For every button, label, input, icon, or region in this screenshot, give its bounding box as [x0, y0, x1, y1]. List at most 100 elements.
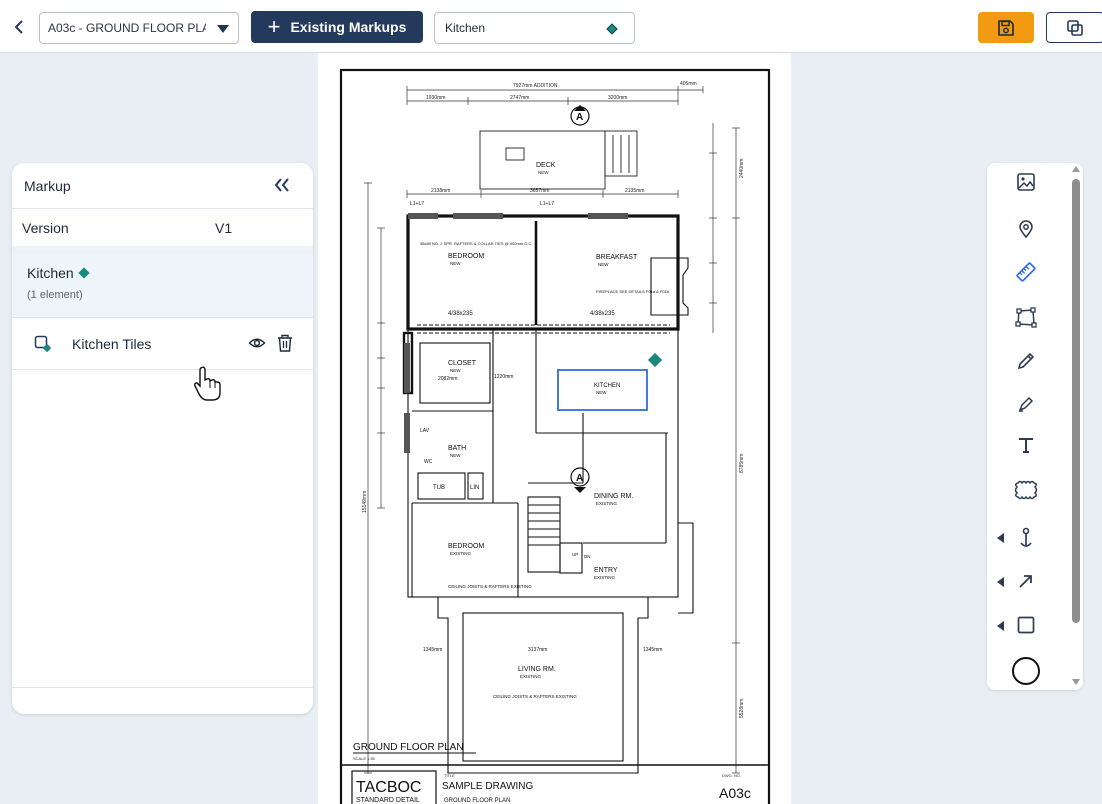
layer-group-kitchen[interactable]: Kitchen (1 element): [12, 254, 313, 318]
overlapping-squares-icon: [1067, 19, 1083, 36]
location-pin-icon: [1019, 220, 1033, 239]
toggle-visibility-button[interactable]: [248, 334, 266, 352]
double-chevron-left-icon: [274, 178, 289, 192]
highlighter-tool[interactable]: [1011, 389, 1041, 419]
sheet-select[interactable]: A03c - GROUND FLOOR PLAN: [39, 12, 239, 44]
trash-icon: [278, 334, 292, 352]
dim-right-total: 8785mm: [739, 454, 745, 473]
titleblock-dwg-no: A03c: [719, 785, 751, 801]
panel-footer-divider: [12, 687, 313, 688]
text-tool[interactable]: [1011, 430, 1041, 460]
highlighter-icon: [1018, 396, 1034, 412]
lav-label: LAV: [420, 428, 430, 434]
markup-toolbar: [987, 163, 1083, 690]
image-tool[interactable]: [1011, 167, 1041, 197]
entry-label: ENTRY: [594, 567, 618, 574]
lin-label: LIN: [470, 485, 479, 491]
tub-label: TUB: [433, 485, 445, 491]
dim-left-total: 15149mm: [362, 491, 368, 513]
ruler-tool[interactable]: [1011, 257, 1041, 287]
scroll-down-icon[interactable]: [1072, 679, 1080, 685]
anchor-icon: [1020, 527, 1032, 547]
dim-top-c: 3200mm: [608, 95, 627, 101]
deck-label: DECK: [536, 162, 556, 169]
deck-sub: NEW: [538, 170, 549, 175]
toolbar-scrollbar[interactable]: [1070, 163, 1080, 690]
markup-item[interactable]: Kitchen Tiles: [12, 318, 313, 370]
titleblock-title-label: TITLE: [444, 773, 455, 778]
bath-sub: NEW: [450, 453, 461, 458]
polygon-area-tool[interactable]: [1011, 303, 1041, 333]
arrow-tool[interactable]: [1011, 566, 1041, 596]
bedroom-top-label: BEDROOM: [448, 253, 484, 260]
bath-label: BATH: [448, 445, 466, 452]
svg-text:A: A: [576, 473, 583, 484]
markup-panel: Markup Version V1 Kitchen (1 element) Ki…: [12, 163, 313, 714]
cloud-tool[interactable]: [1011, 475, 1041, 505]
chevron-down-icon: [217, 25, 229, 33]
dim-top-a: 1930mm: [426, 95, 445, 101]
text-icon: [1019, 438, 1033, 453]
top-bar: A03c - GROUND FLOOR PLAN + Existing Mark…: [0, 0, 1102, 53]
closet-sub: NEW: [450, 368, 461, 373]
layer-group-header: Kitchen: [27, 265, 313, 281]
layer-select-value: Kitchen: [445, 21, 486, 35]
compare-button[interactable]: [1046, 12, 1102, 43]
joist-note: 38x89 NO. 2 SPR. RAFTERS & COLLAR TIES @…: [420, 241, 532, 246]
up-label: UP: [572, 552, 578, 557]
beam-left: 4/38x235: [448, 311, 473, 317]
dim-bay-a: 1345mm: [423, 647, 442, 653]
hand-cursor-icon: [194, 366, 221, 401]
layer-group-count: (1 element): [27, 289, 83, 301]
titleblock-subtitle: GROUND FLOOR PLAN: [444, 798, 510, 804]
rectangle-tool[interactable]: [1011, 610, 1041, 640]
back-button[interactable]: [8, 14, 30, 40]
pen-tool[interactable]: [1011, 346, 1041, 376]
wc-label: WC: [424, 459, 433, 465]
circle-icon: [1012, 657, 1040, 685]
pen-icon: [1017, 352, 1035, 370]
markup-panel-header: Markup: [12, 163, 313, 208]
existing-markups-button[interactable]: + Existing Markups: [251, 11, 423, 43]
dim-closet-b: 1220mm: [494, 374, 513, 380]
caret-left-icon[interactable]: [997, 621, 1004, 631]
ceiling-note: CEILING JOISTS & RAFTERS EXISTING: [448, 584, 532, 589]
bedroom-top-sub: NEW: [450, 261, 461, 266]
dn-label: DN: [584, 554, 591, 559]
dim-mid-c: 2135mm: [625, 188, 644, 194]
titleblock-dwg-label: DWG. NO.: [722, 773, 741, 778]
entry-sub: EXISTING: [594, 575, 616, 580]
location-pin-tool[interactable]: [1011, 214, 1041, 244]
version-value: V1: [215, 219, 233, 236]
ruler-icon: [1016, 262, 1036, 282]
dining-label: DINING RM.: [594, 493, 633, 500]
breakfast-label: BREAKFAST: [596, 254, 638, 261]
caret-left-icon[interactable]: [997, 577, 1004, 587]
dining-sub: EXISTING: [596, 501, 618, 506]
anchor-tool[interactable]: [1011, 523, 1041, 553]
dim-mid-a: 2138mm: [431, 188, 450, 194]
svg-text:A: A: [576, 112, 583, 123]
layer-select[interactable]: Kitchen: [434, 12, 635, 44]
version-row: Version V1: [12, 208, 313, 246]
breakfast-sub: NEW: [598, 262, 609, 267]
diamond-icon: [606, 23, 618, 35]
delete-markup-button[interactable]: [276, 333, 294, 353]
scroll-up-icon[interactable]: [1072, 166, 1080, 172]
plan-scale: SCALE 1:50: [353, 756, 376, 761]
ceiling-note-2: CEILING JOISTS & RAFTERS EXISTING: [493, 694, 577, 699]
drawing-sheet[interactable]: 7927mm ADDITION 405mm 1930mm 2747mm 3200…: [318, 53, 791, 804]
circle-tool[interactable]: [1011, 656, 1041, 686]
save-button[interactable]: [978, 12, 1034, 43]
chevron-left-icon: [14, 20, 23, 34]
arrow-icon: [1019, 575, 1032, 588]
fireplace-note: FIREPLACE SEE DETAILS F01a & F01b: [596, 289, 670, 294]
markup-handle[interactable]: [647, 352, 663, 368]
closet-label: CLOSET: [448, 360, 477, 367]
scrollbar-thumb[interactable]: [1072, 179, 1080, 623]
polygon-area-icon: [1015, 307, 1037, 328]
living-sub: EXISTING: [520, 674, 542, 679]
collapse-panel-button[interactable]: [271, 175, 293, 195]
eye-icon: [248, 338, 266, 348]
caret-left-icon[interactable]: [997, 533, 1004, 543]
